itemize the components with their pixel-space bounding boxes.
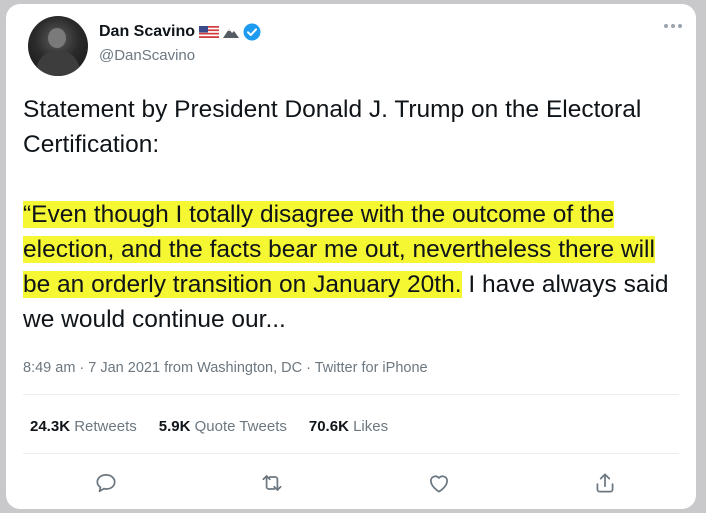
mountain-icon xyxy=(223,29,240,38)
divider xyxy=(23,394,679,395)
display-name[interactable]: Dan Scavino xyxy=(99,23,195,41)
likes-count: 70.6K xyxy=(308,418,349,435)
user-handle[interactable]: @DanScavino xyxy=(99,47,195,64)
divider xyxy=(23,453,679,454)
retweet-icon[interactable] xyxy=(259,470,285,496)
reply-icon[interactable] xyxy=(93,470,119,496)
engagement-stats: 24.3K Retweets 5.9K Quote Tweets 70.6K L… xyxy=(30,418,388,435)
likes-stat[interactable]: 70.6K Likes xyxy=(309,418,388,435)
quote-tweets-count: 5.9K xyxy=(158,418,191,435)
flag-icon xyxy=(199,26,220,38)
tweet-card: Dan Scavino @DanScavino Statement by Pre… xyxy=(6,4,696,509)
tweet-text: Statement by President Donald J. Trump o… xyxy=(23,92,688,337)
tweet-meta[interactable]: 8:49 am · 7 Jan 2021 from Washington, DC… xyxy=(23,360,428,376)
name-row: Dan Scavino xyxy=(99,23,261,41)
avatar-head xyxy=(48,28,66,48)
likes-label: Likes xyxy=(353,418,389,435)
avatar-shoulders xyxy=(36,50,80,76)
quote-tweets-label: Quote Tweets xyxy=(194,418,287,435)
action-bar xyxy=(6,470,696,500)
retweets-count: 24.3K xyxy=(30,418,71,435)
avatar[interactable] xyxy=(28,16,88,76)
retweets-label: Retweets xyxy=(74,418,137,435)
retweets-stat[interactable]: 24.3K Retweets xyxy=(30,418,137,435)
like-icon[interactable] xyxy=(426,470,452,496)
more-icon[interactable] xyxy=(664,24,682,28)
share-icon[interactable] xyxy=(592,470,618,496)
quote-tweets-stat[interactable]: 5.9K Quote Tweets xyxy=(159,418,287,435)
tweet-quote-paragraph: “Even though I totally disagree with the… xyxy=(23,197,688,337)
tweet-statement-line: Statement by President Donald J. Trump o… xyxy=(23,96,642,158)
verified-icon xyxy=(243,23,261,41)
